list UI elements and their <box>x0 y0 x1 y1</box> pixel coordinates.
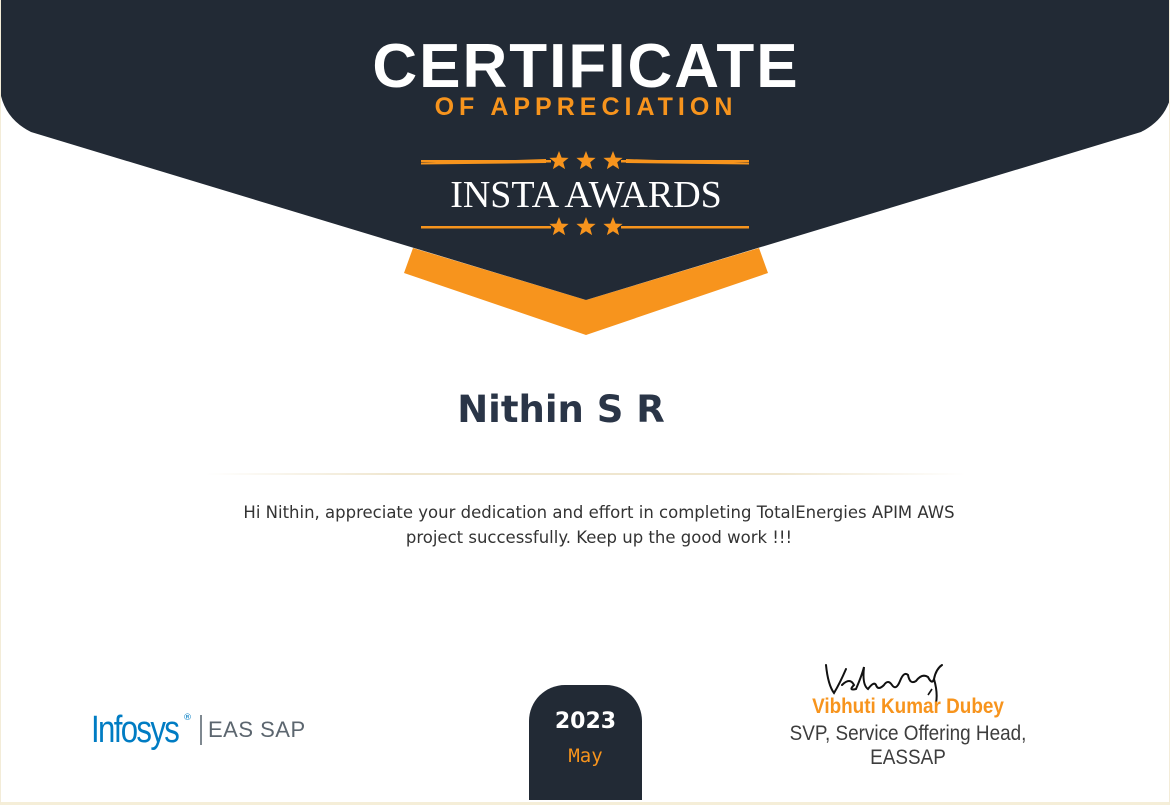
divider <box>206 473 966 475</box>
logo-registered-mark: ® <box>183 713 192 723</box>
logo-unit: EAS SAP <box>208 717 306 742</box>
signatory-title: SVP, Service Offering Head, EASSAP <box>789 722 1027 769</box>
date-month: May <box>568 745 603 767</box>
date-year: 2023 <box>554 709 617 734</box>
appreciation-message: Hi Nithin, appreciate your dedication an… <box>243 503 955 547</box>
logo-separator <box>200 715 202 745</box>
logo-brand: Infosys <box>91 708 180 751</box>
award-name: INSTA AWARDS <box>450 174 722 216</box>
recipient-name: Nithin S R <box>457 388 665 431</box>
company-logo: Infosys ® EAS SAP <box>91 705 306 755</box>
date-badge: 2023 May <box>529 685 642 800</box>
signatory-name: Vibhuti Kumar Dubey <box>812 695 1004 718</box>
certificate-page: CERTIFICATE OF APPRECIATION INSTA AWARDS… <box>0 0 1170 805</box>
certificate-subtitle: OF APPRECIATION <box>434 93 738 121</box>
